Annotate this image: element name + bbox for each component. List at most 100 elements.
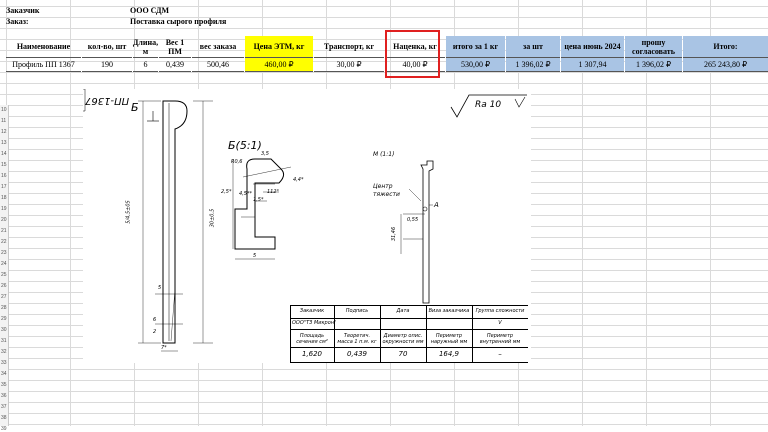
cell-order-weight[interactable]: 500,46 bbox=[192, 58, 244, 72]
view-label-m: М (1:1) bbox=[373, 151, 395, 158]
dim-7: 7* bbox=[161, 345, 167, 351]
row-number[interactable]: 25 bbox=[1, 272, 7, 278]
cell-qty[interactable]: 190 bbox=[82, 58, 132, 72]
dim-45: 4,5** bbox=[239, 191, 252, 197]
row-number[interactable]: 35 bbox=[1, 382, 7, 388]
dim-35: 3,5 bbox=[261, 151, 269, 157]
drawing-stamp-table: Заказчик Подпись Дата Виза заказчика Гру… bbox=[290, 305, 528, 363]
cell-weight-pm[interactable]: 0,439 bbox=[159, 58, 191, 72]
stamp-v-perim-in: – bbox=[498, 350, 502, 358]
dim-6: 6 bbox=[153, 317, 157, 323]
center-label-1: Центр bbox=[373, 183, 393, 190]
cell-total-per-kg[interactable]: 530,00 ₽ bbox=[446, 58, 505, 72]
row-number[interactable]: 24 bbox=[1, 261, 7, 267]
point-a-label: А bbox=[434, 201, 439, 209]
row-number[interactable]: 22 bbox=[1, 239, 7, 245]
dim-2: 2 bbox=[153, 329, 157, 335]
row-number[interactable]: 38 bbox=[1, 415, 7, 421]
stamp-v-customer: ООО"ТЗ Микрон" bbox=[292, 320, 337, 326]
dim-112: 112° bbox=[267, 189, 280, 195]
customer-label[interactable]: Заказчик bbox=[6, 6, 40, 15]
order-label[interactable]: Заказ: bbox=[6, 17, 29, 26]
header-total[interactable]: Итого: bbox=[683, 36, 768, 58]
dim-055: 0,55 bbox=[407, 217, 419, 223]
dim-3146: 31,46 bbox=[391, 226, 398, 242]
row-number[interactable]: 11 bbox=[1, 118, 6, 124]
stamp-v-mass: 0,439 bbox=[346, 350, 368, 358]
row-number[interactable]: 12 bbox=[1, 129, 7, 135]
row-header-column[interactable]: 10 11 12 13 14 15 16 17 18 19 20 21 22 23 24 25 26 27 28 29… bbox=[0, 105, 9, 432]
dim-total: 5/4,5±05 bbox=[125, 200, 132, 224]
cell-transport[interactable]: 30,00 ₽ bbox=[314, 58, 384, 72]
row-number[interactable]: 33 bbox=[1, 360, 7, 366]
row-number[interactable]: 16 bbox=[1, 173, 7, 179]
row-number[interactable]: 19 bbox=[1, 206, 7, 212]
stamp-v-area: 1,620 bbox=[301, 350, 323, 358]
row-number[interactable]: 26 bbox=[1, 283, 7, 289]
cell-total[interactable]: 265 243,80 ₽ bbox=[683, 58, 768, 72]
cell-name[interactable]: Профиль ПП 1367 bbox=[6, 58, 81, 72]
stamp-h-visa: Виза заказчика bbox=[428, 308, 470, 314]
stamp-h-perim-out: Периметр наружный мм bbox=[430, 333, 468, 345]
markup-highlight-box bbox=[385, 30, 440, 78]
cell-length[interactable]: 6 bbox=[133, 58, 158, 72]
row-number[interactable]: 17 bbox=[1, 184, 7, 190]
header-name[interactable]: Наименование bbox=[6, 36, 81, 58]
row-number[interactable]: 30 bbox=[1, 327, 7, 333]
roughness-label: Ra 10 bbox=[475, 100, 502, 110]
cell-june-price[interactable]: 1 307,94 bbox=[561, 58, 624, 72]
row-number[interactable]: 39 bbox=[1, 426, 7, 432]
row-number[interactable]: 18 bbox=[1, 195, 7, 201]
dim-r06: R0,6 bbox=[231, 159, 243, 165]
stamp-v-group: V bbox=[498, 320, 502, 326]
customer-value[interactable]: ООО СДМ bbox=[130, 6, 169, 15]
header-per-piece[interactable]: за шт bbox=[506, 36, 560, 58]
header-weight-pm[interactable]: Вес 1 ПМ bbox=[159, 36, 191, 58]
row-number[interactable]: 27 bbox=[1, 294, 7, 300]
stamp-h-area: Площадь сечения см² bbox=[296, 333, 328, 345]
cell-please-approve[interactable]: 1 396,02 ₽ bbox=[625, 58, 682, 72]
row-number[interactable]: 21 bbox=[1, 228, 7, 234]
dim-44: 4,4* bbox=[293, 177, 304, 183]
cell-per-piece[interactable]: 1 396,02 ₽ bbox=[506, 58, 560, 72]
row-number[interactable]: 32 bbox=[1, 349, 7, 355]
row-number[interactable]: 31 bbox=[1, 338, 7, 344]
row-number[interactable]: 15 bbox=[1, 162, 7, 168]
part-mark: ПП-1367 bbox=[85, 95, 130, 106]
row-number[interactable]: 10 bbox=[1, 107, 7, 113]
header-order-weight[interactable]: вес заказа bbox=[192, 36, 244, 58]
stamp-h-sign: Подпись bbox=[345, 308, 369, 314]
header-total-per-kg[interactable]: итого за 1 кг bbox=[446, 36, 505, 58]
header-length[interactable]: Длина, м bbox=[133, 36, 158, 58]
row-number[interactable]: 28 bbox=[1, 305, 7, 311]
row-number[interactable]: 14 bbox=[1, 151, 7, 157]
center-label-2: тяжести bbox=[373, 191, 400, 198]
row-number[interactable]: 23 bbox=[1, 250, 7, 256]
stamp-h-perim-in: Периметр внутренний мм bbox=[479, 333, 521, 345]
header-transport[interactable]: Транспорт, кг bbox=[314, 36, 384, 58]
row-number[interactable]: 34 bbox=[1, 371, 7, 377]
header-please-approve[interactable]: прошу согласовать bbox=[625, 36, 682, 58]
stamp-h-group: Группа сложности bbox=[475, 308, 525, 314]
dim-25: 2,5* bbox=[221, 189, 232, 195]
order-value[interactable]: Поставка сырого профиля bbox=[130, 17, 226, 26]
row-number[interactable]: 20 bbox=[1, 217, 7, 223]
header-qty[interactable]: кол-во, шт bbox=[82, 36, 132, 58]
stamp-v-diam: 70 bbox=[398, 350, 408, 358]
stamp-h-customer: Заказчик bbox=[299, 308, 325, 314]
stamp-v-perim-out: 164,9 bbox=[438, 350, 460, 358]
row-number[interactable]: 29 bbox=[1, 316, 7, 322]
row-number[interactable]: 13 bbox=[1, 140, 7, 146]
view-label-b: Б bbox=[131, 101, 139, 114]
cell-etm-price[interactable]: 460,00 ₽ bbox=[245, 58, 313, 72]
row-number[interactable]: 36 bbox=[1, 393, 7, 399]
view-label-b-detail: Б(5:1) bbox=[228, 139, 262, 152]
row-number[interactable]: 37 bbox=[1, 404, 7, 410]
header-june-price[interactable]: цена июнь 2024 bbox=[561, 36, 624, 58]
dim-d5: 5 bbox=[253, 253, 257, 259]
stamp-h-mass: Теоретич. масса 1 п.м. кг bbox=[337, 333, 377, 345]
stamp-h-diam: Диаметр опис. окружности мм bbox=[382, 333, 424, 345]
header-etm-price[interactable]: Цена ЭТМ, кг bbox=[245, 36, 313, 58]
dim-15: 1,5* bbox=[253, 197, 264, 203]
dim-inner: 30±0,5 bbox=[209, 208, 216, 228]
